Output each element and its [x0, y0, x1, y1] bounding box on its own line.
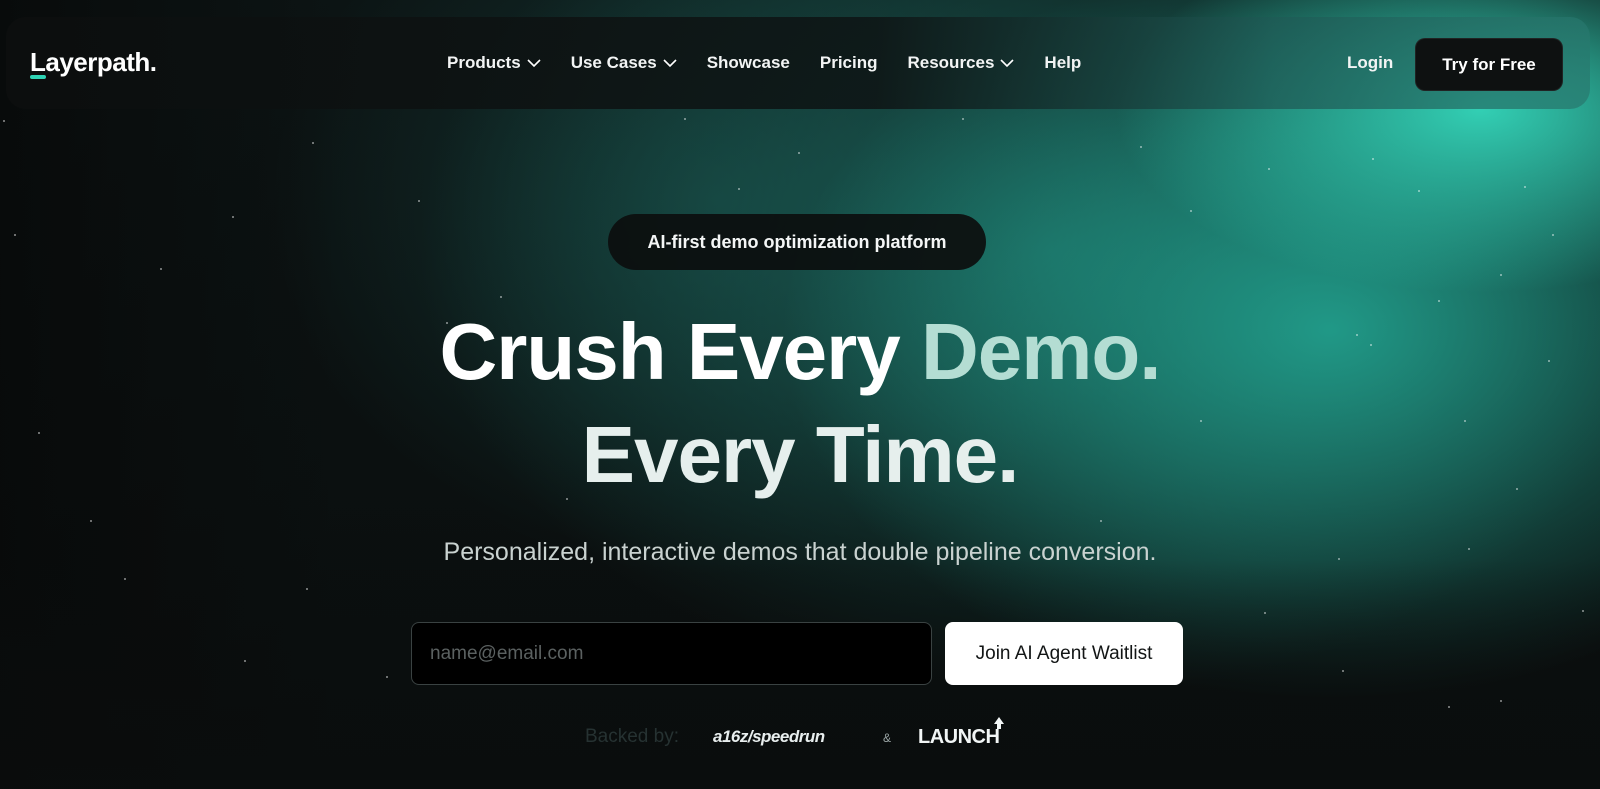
- nav-item-showcase[interactable]: Showcase: [707, 53, 790, 73]
- nav-item-products[interactable]: Products: [447, 53, 541, 73]
- chevron-down-icon: [663, 59, 677, 68]
- nav-item-label: Products: [447, 53, 521, 72]
- star-dot: [1190, 210, 1192, 212]
- rocket-icon: [994, 717, 1004, 729]
- star-dot: [3, 120, 5, 122]
- star-dot: [1140, 146, 1142, 148]
- top-navigation-bar: Layerpath. Products Use Cases Showcase P…: [6, 17, 1590, 109]
- backers-separator: &: [883, 731, 892, 745]
- star-dot: [312, 142, 314, 144]
- nav-item-label: Use Cases: [570, 53, 657, 72]
- star-dot: [160, 268, 162, 270]
- headline-line-1: Crush Every Demo.: [0, 312, 1600, 392]
- login-link[interactable]: Login: [1347, 53, 1393, 73]
- nav-links: Products Use Cases Showcase Pricing Reso…: [447, 17, 1111, 109]
- star-dot: [244, 660, 246, 662]
- star-dot: [1100, 520, 1102, 522]
- star-dot: [306, 588, 308, 590]
- headline-line-2: Every Time.: [0, 415, 1600, 495]
- star-dot: [1552, 234, 1554, 236]
- star-dot: [1372, 158, 1374, 160]
- backed-by-label: Backed by:: [585, 726, 679, 747]
- try-for-free-button[interactable]: Try for Free: [1415, 38, 1563, 91]
- nav-item-pricing[interactable]: Pricing: [820, 53, 878, 73]
- brand-logo[interactable]: Layerpath.: [30, 47, 157, 78]
- star-dot: [962, 118, 964, 120]
- star-dot: [1500, 274, 1502, 276]
- nav-item-use-cases[interactable]: Use Cases: [571, 53, 677, 73]
- launch-logo: LAUNCH: [918, 726, 1000, 748]
- star-dot: [1448, 706, 1450, 708]
- star-dot: [798, 152, 800, 154]
- star-dot: [566, 498, 568, 500]
- star-dot: [738, 188, 740, 190]
- star-dot: [1264, 612, 1266, 614]
- nav-item-label: Resources: [907, 53, 995, 72]
- nav-item-label: Pricing: [819, 53, 878, 72]
- star-dot: [1342, 670, 1344, 672]
- star-dot: [418, 200, 420, 202]
- star-dot: [1438, 300, 1440, 302]
- headline-text: Every Time.: [581, 410, 1020, 499]
- star-dot: [1524, 186, 1526, 188]
- star-dot: [90, 520, 92, 522]
- star-dot: [124, 578, 126, 580]
- chevron-down-icon: [527, 59, 541, 68]
- star-dot: [232, 216, 234, 218]
- chevron-down-icon: [1000, 59, 1014, 68]
- join-waitlist-button[interactable]: Join AI Agent Waitlist: [945, 622, 1183, 685]
- hero-subtitle: Personalized, interactive demos that dou…: [443, 538, 1157, 566]
- tagline-pill: AI-first demo optimization platform: [608, 214, 986, 270]
- headline-text: Crush Every: [439, 307, 922, 396]
- a16z-speedrun-logo: a16z/speedrun: [713, 727, 825, 746]
- star-dot: [386, 676, 388, 678]
- headline-accent-text: Demo.: [921, 307, 1161, 396]
- star-dot: [500, 296, 502, 298]
- nav-item-help[interactable]: Help: [1044, 53, 1081, 73]
- star-dot: [14, 234, 16, 236]
- star-dot: [1582, 610, 1584, 612]
- star-dot: [684, 118, 686, 120]
- logo-accent-mark: [30, 75, 46, 79]
- email-input[interactable]: [411, 622, 932, 685]
- nav-item-label: Showcase: [706, 53, 790, 72]
- nav-item-label: Help: [1044, 53, 1082, 72]
- landing-page: Layerpath. Products Use Cases Showcase P…: [0, 0, 1600, 789]
- star-dot: [1500, 700, 1502, 702]
- star-dot: [1268, 168, 1270, 170]
- nav-item-resources[interactable]: Resources: [907, 53, 1014, 73]
- star-dot: [1418, 190, 1420, 192]
